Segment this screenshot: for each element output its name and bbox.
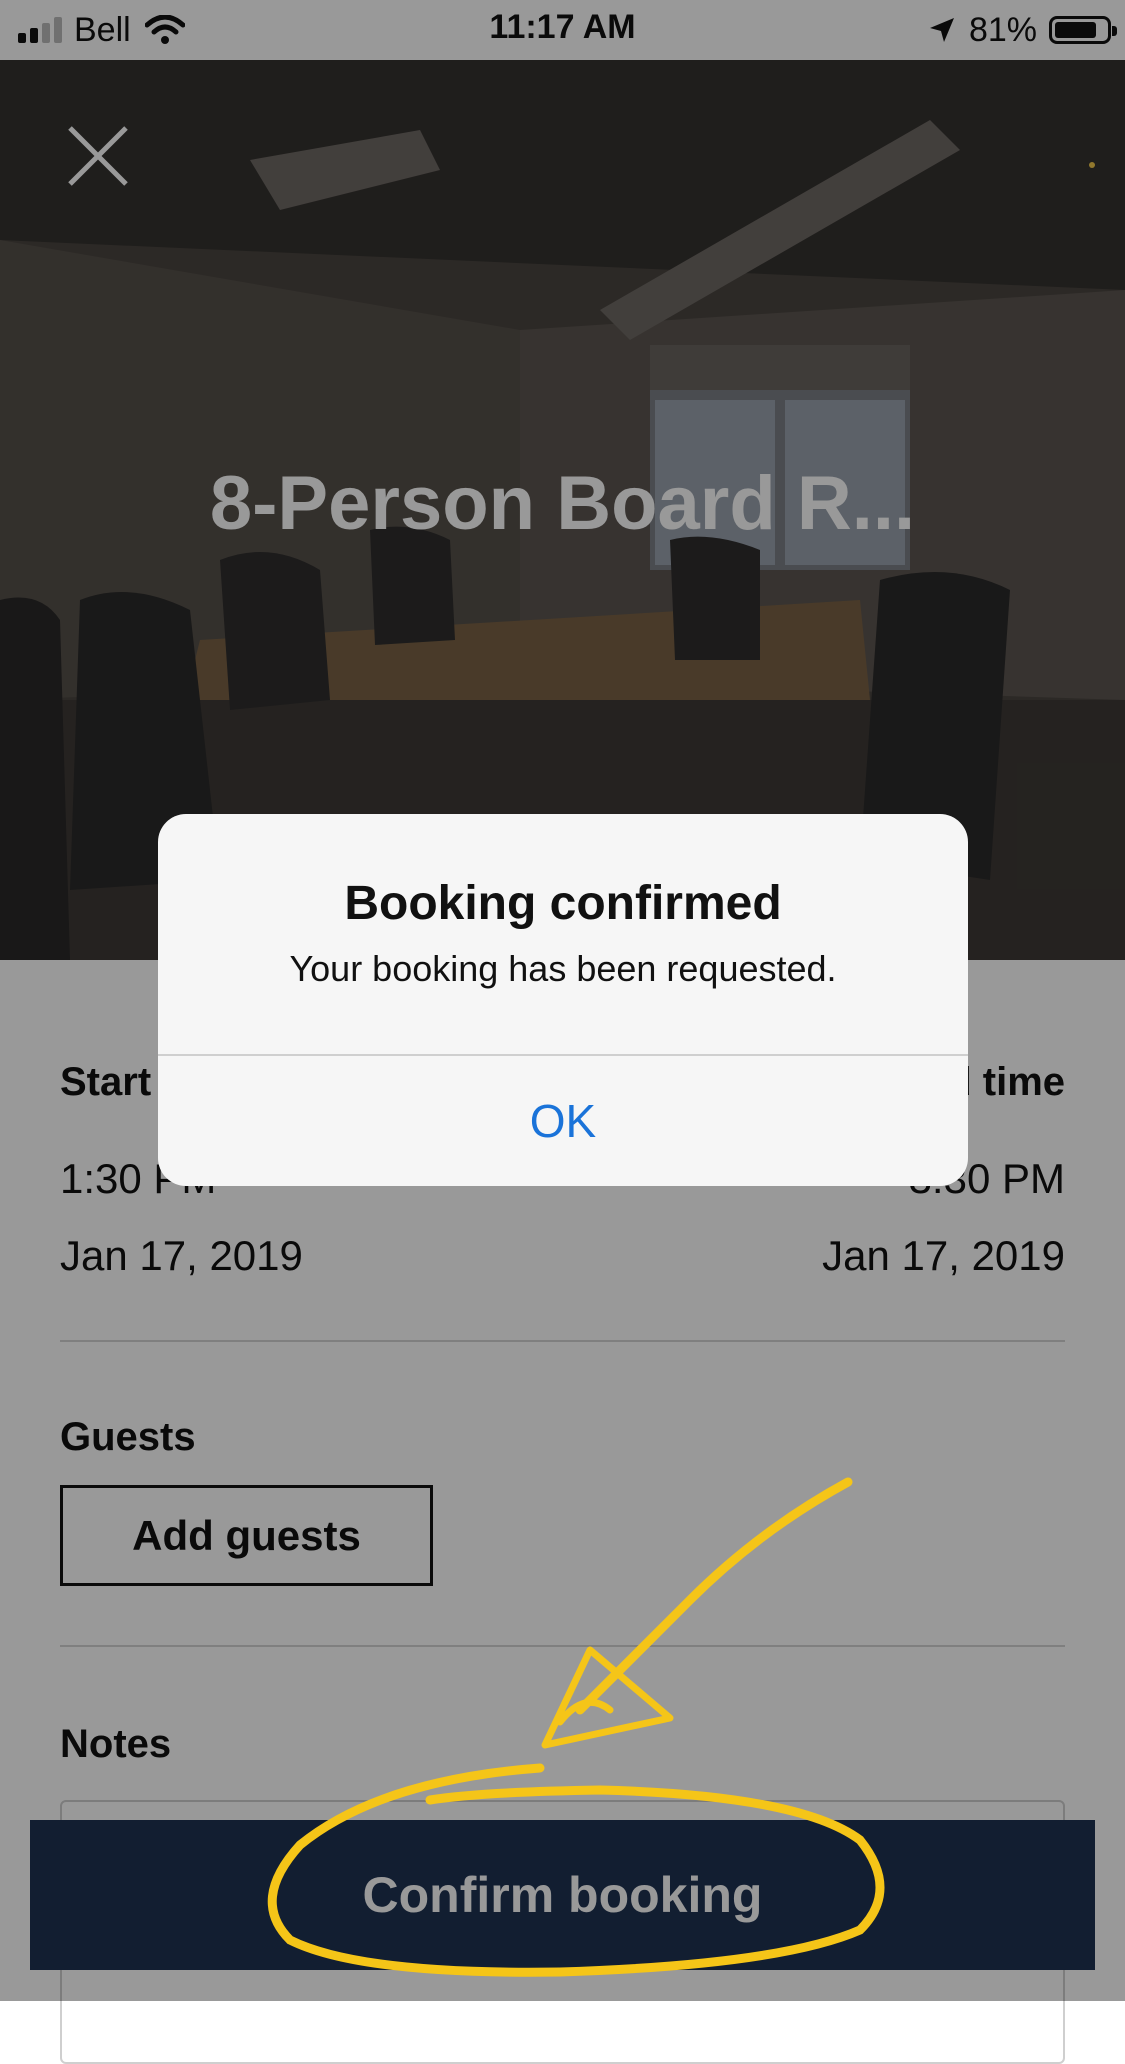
annotation-circle	[267, 1763, 885, 1977]
annotation-markup	[267, 1477, 885, 1977]
annotation-arrowhead	[541, 1646, 674, 1749]
